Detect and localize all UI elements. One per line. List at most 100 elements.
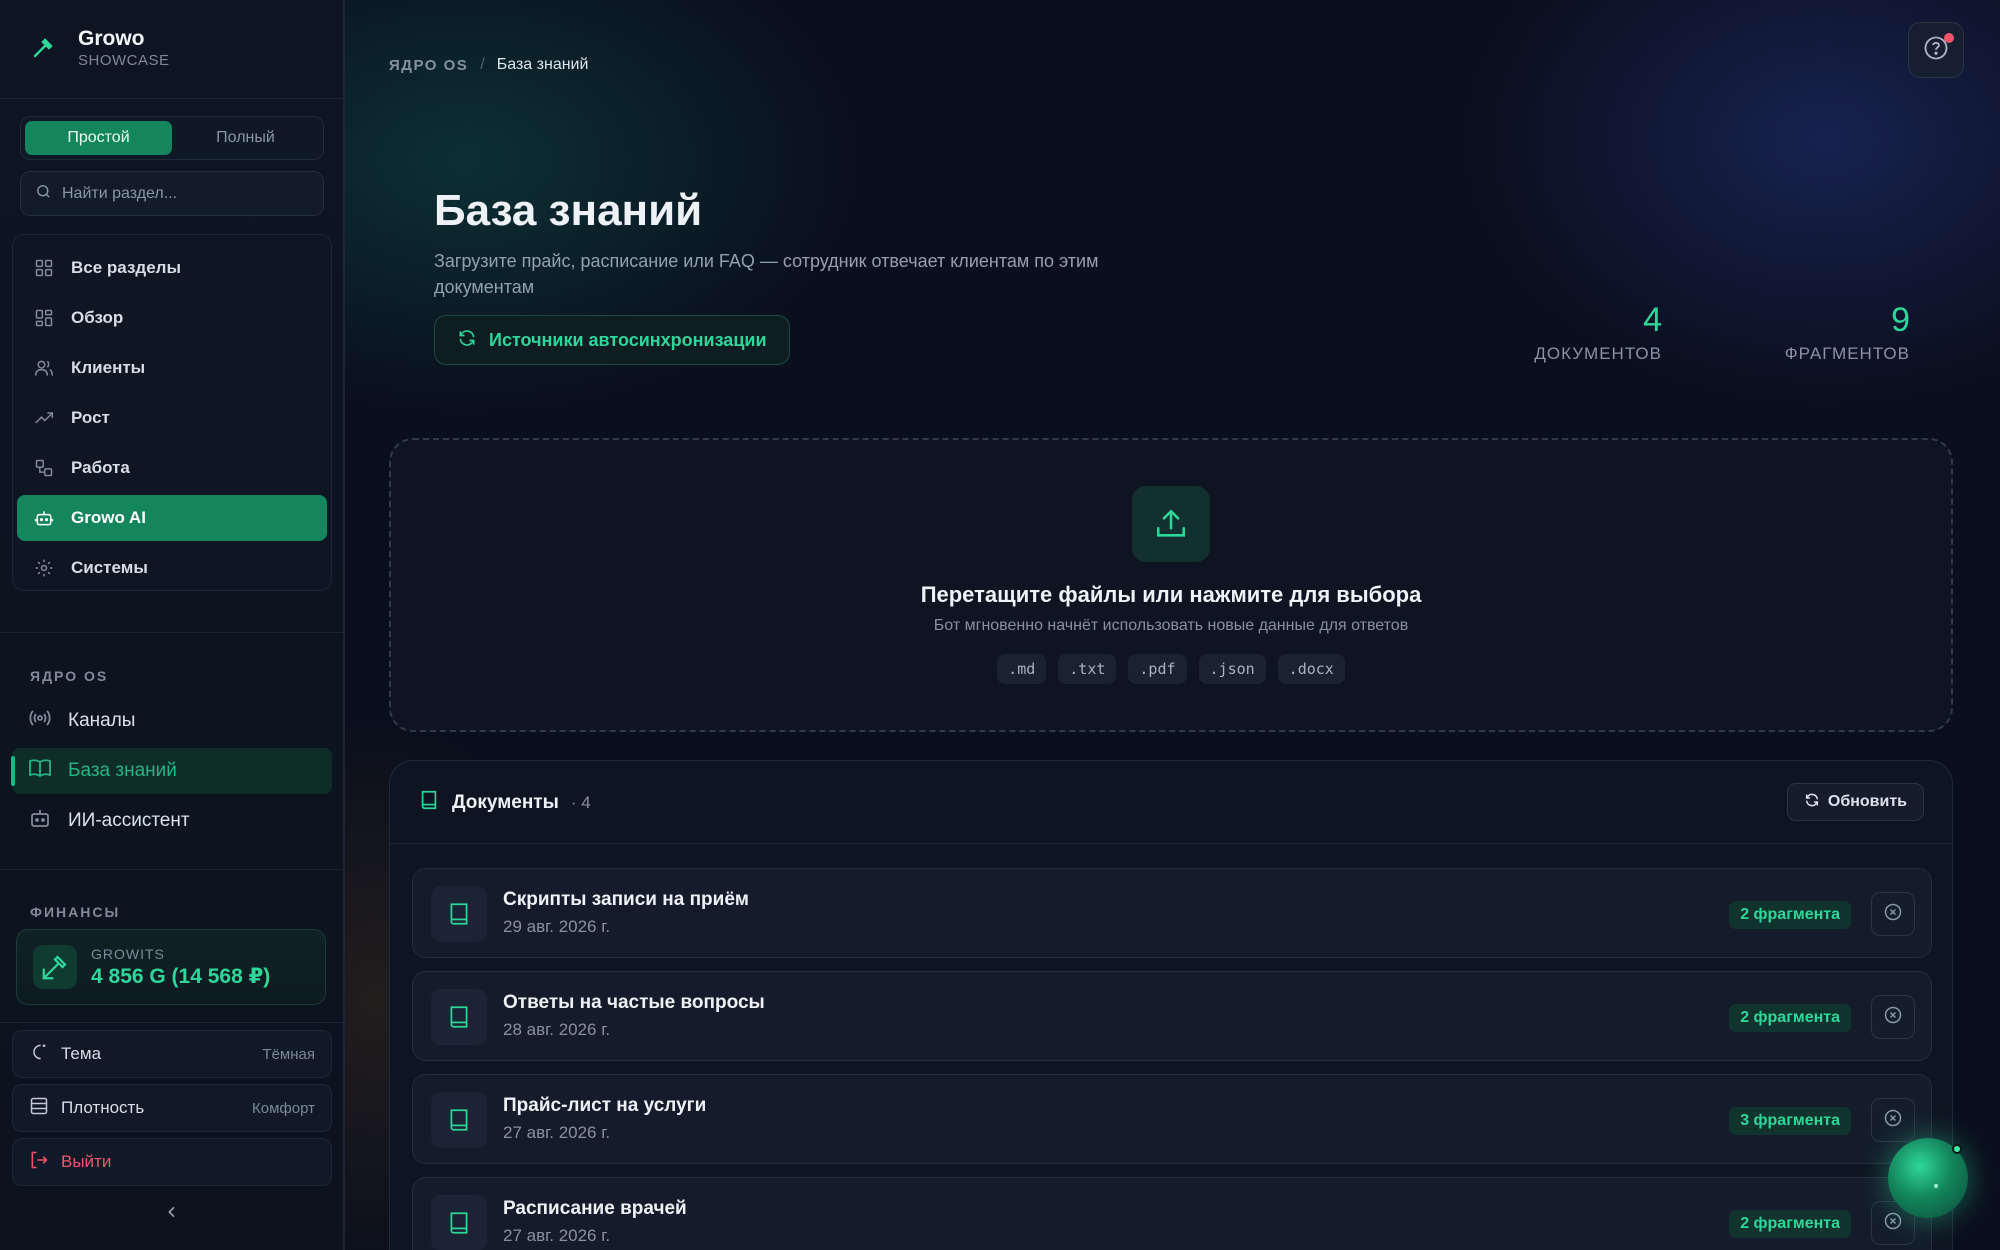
document-name: Прайс-лист на услуги bbox=[503, 1095, 707, 1116]
brand-subtitle: SHOWCASE bbox=[78, 52, 170, 69]
stat-fragments-label: ФРАГМЕНТОВ bbox=[1784, 344, 1910, 363]
logout-icon bbox=[29, 1150, 49, 1175]
chevron-left-icon bbox=[164, 1204, 180, 1225]
dropzone-subtitle: Бот мгновенно начнёт использовать новые … bbox=[933, 617, 1409, 634]
mode-simple-button[interactable]: Простой bbox=[25, 121, 172, 155]
autosync-sources-button[interactable]: Источники автосинхронизации bbox=[434, 315, 790, 365]
sidebar: Growo SHOWCASE Простой Полный Все раздел… bbox=[0, 0, 345, 1250]
breadcrumb-root[interactable]: ЯДРО OS bbox=[389, 57, 468, 74]
book-icon bbox=[431, 1195, 487, 1250]
delete-document-button[interactable] bbox=[1871, 995, 1915, 1039]
search-icon bbox=[35, 183, 52, 205]
refresh-label: Обновить bbox=[1827, 793, 1907, 810]
document-date: 28 авг. 2026 г. bbox=[503, 1020, 611, 1039]
help-button[interactable] bbox=[1908, 22, 1964, 78]
document-row[interactable]: Скрипты записи на приём 29 авг. 2026 г. … bbox=[412, 868, 1932, 958]
documents-count: · 4 bbox=[570, 792, 591, 812]
document-name: Ответы на частые вопросы bbox=[503, 992, 765, 1013]
grid-icon bbox=[33, 257, 55, 279]
finance-label: GROWITS bbox=[91, 945, 165, 962]
nav-item-work[interactable]: Работа bbox=[17, 445, 327, 491]
document-row[interactable]: Прайс-лист на услуги 27 авг. 2026 г. 3 ф… bbox=[412, 1074, 1932, 1164]
delete-document-button[interactable] bbox=[1871, 1098, 1915, 1142]
density-value: Комфорт bbox=[252, 1099, 315, 1117]
book-icon bbox=[431, 886, 487, 942]
fragments-badge: 2 фрагмента bbox=[1729, 901, 1851, 929]
stat-documents-label: ДОКУМЕНТОВ bbox=[1534, 344, 1662, 363]
book-open-icon bbox=[28, 756, 52, 786]
stat-documents: 4 ДОКУМЕНТОВ bbox=[1534, 300, 1662, 364]
search-input[interactable] bbox=[62, 184, 302, 203]
nav-item-label: База знаний bbox=[68, 760, 177, 781]
delete-document-button[interactable] bbox=[1871, 892, 1915, 936]
nav-item-label: Клиенты bbox=[71, 358, 146, 377]
document-date: 27 авг. 2026 г. bbox=[503, 1226, 611, 1245]
refresh-icon bbox=[1804, 792, 1820, 813]
extension-chip: .txt bbox=[1058, 654, 1117, 684]
document-date: 29 авг. 2026 г. bbox=[503, 917, 611, 936]
users-icon bbox=[33, 357, 55, 379]
nav-item-knowledge-base[interactable]: База знаний bbox=[11, 748, 332, 794]
nav-item-growth[interactable]: Рост bbox=[17, 395, 327, 441]
refresh-button[interactable]: Обновить bbox=[1786, 783, 1924, 821]
nav-item-label: Growo AI bbox=[71, 508, 146, 527]
app-root: Growo SHOWCASE Простой Полный Все раздел… bbox=[0, 0, 2000, 1250]
assistant-orb-button[interactable] bbox=[1888, 1138, 1968, 1218]
nav-item-label: Обзор bbox=[71, 308, 124, 327]
nav-item-ai-assistant[interactable]: ИИ-ассистент bbox=[12, 798, 332, 844]
broadcast-icon bbox=[28, 706, 52, 736]
main-nav: Все разделы Обзор Клиенты Рост Работа Gr… bbox=[12, 234, 332, 591]
search-box bbox=[20, 171, 324, 216]
documents-panel: Документы · 4 Обновить Скрипты записи на… bbox=[389, 760, 1953, 1250]
nav-item-all-sections[interactable]: Все разделы bbox=[17, 245, 327, 291]
book-icon bbox=[431, 1092, 487, 1148]
nav-item-growo-ai[interactable]: Growo AI bbox=[17, 495, 327, 541]
brand[interactable]: Growo SHOWCASE bbox=[28, 26, 170, 70]
main-content: ЯДРО OS / База знаний База знаний Загруз… bbox=[345, 0, 2000, 1250]
upload-icon bbox=[1132, 486, 1210, 562]
document-name: Скрипты записи на приём bbox=[503, 889, 749, 910]
nav-item-label: Рост bbox=[71, 408, 110, 427]
close-circle-icon bbox=[1883, 1108, 1903, 1133]
nav-item-overview[interactable]: Обзор bbox=[17, 295, 327, 341]
online-status-dot bbox=[1952, 1144, 1962, 1154]
extension-chip: .docx bbox=[1277, 654, 1345, 684]
theme-setting[interactable]: Тема Тёмная bbox=[12, 1030, 332, 1078]
fragments-badge: 2 фрагмента bbox=[1729, 1004, 1851, 1032]
nav-item-systems[interactable]: Системы bbox=[17, 545, 327, 591]
section-title-core: ЯДРО OS bbox=[30, 668, 109, 684]
close-circle-icon bbox=[1883, 1211, 1903, 1236]
fragments-badge: 2 фрагмента bbox=[1729, 1210, 1851, 1238]
nav-item-channels[interactable]: Каналы bbox=[12, 698, 332, 744]
extension-chip: .pdf bbox=[1128, 654, 1187, 684]
growits-balance-card[interactable]: GROWITS 4 856 G (14 568 ₽) bbox=[16, 929, 326, 1005]
logout-button[interactable]: Выйти bbox=[12, 1138, 332, 1186]
page-title: База знаний bbox=[434, 186, 703, 235]
bot-icon bbox=[28, 806, 52, 836]
dashboard-icon bbox=[33, 307, 55, 329]
theme-icon bbox=[29, 1042, 49, 1067]
stat-documents-value: 4 bbox=[1643, 301, 1662, 339]
brand-name: Growo bbox=[78, 27, 145, 50]
divider bbox=[0, 869, 343, 870]
stat-fragments-value: 9 bbox=[1891, 301, 1910, 339]
mode-full-button[interactable]: Полный bbox=[172, 121, 319, 155]
nav-item-label: ИИ-ассистент bbox=[68, 810, 190, 831]
documents-header: Документы · 4 bbox=[418, 789, 591, 816]
hammer-icon bbox=[33, 945, 77, 989]
file-dropzone[interactable]: Перетащите файлы или нажмите для выбора … bbox=[389, 438, 1953, 732]
breadcrumb-current: База знаний bbox=[496, 56, 589, 73]
density-setting[interactable]: Плотность Комфорт bbox=[12, 1084, 332, 1132]
nav-item-clients[interactable]: Клиенты bbox=[17, 345, 327, 391]
close-circle-icon bbox=[1883, 1005, 1903, 1030]
refresh-icon bbox=[457, 328, 477, 353]
extension-chip: .md bbox=[997, 654, 1047, 684]
workflow-icon bbox=[33, 457, 55, 479]
divider bbox=[0, 1022, 343, 1023]
collapse-sidebar-button[interactable] bbox=[160, 1202, 184, 1226]
theme-value: Тёмная bbox=[262, 1045, 315, 1063]
nav-item-label: Работа bbox=[71, 458, 130, 477]
density-label: Плотность bbox=[61, 1098, 145, 1117]
document-row[interactable]: Расписание врачей 27 авг. 2026 г. 2 фраг… bbox=[412, 1177, 1932, 1250]
document-row[interactable]: Ответы на частые вопросы 28 авг. 2026 г.… bbox=[412, 971, 1932, 1061]
